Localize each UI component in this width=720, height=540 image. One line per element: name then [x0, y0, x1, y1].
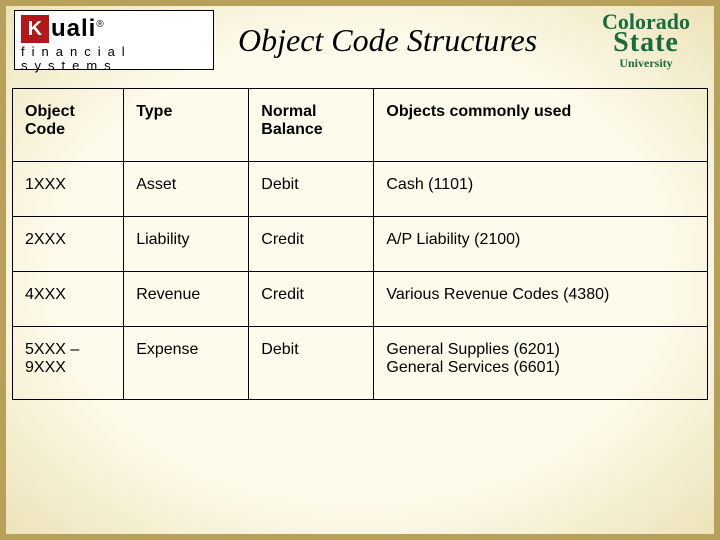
cell-usage: General Supplies (6201) General Services…	[374, 327, 708, 400]
th-objects-used: Objects commonly used	[374, 89, 708, 162]
slide-header: Kuali® financial systems Object Code Str…	[0, 0, 720, 88]
kuali-logo-k: K	[21, 15, 49, 43]
kuali-logo-word: uali®	[51, 15, 105, 43]
table-header-row: Object Code Type Normal Balance Objects …	[13, 89, 708, 162]
csu-logo: Colorado State University	[586, 12, 706, 69]
table-row: 4XXX Revenue Credit Various Revenue Code…	[13, 272, 708, 327]
th-type: Type	[124, 89, 249, 162]
th-object-code: Object Code	[13, 89, 124, 162]
cell-balance: Debit	[249, 327, 374, 400]
cell-code: 5XXX – 9XXX	[13, 327, 124, 400]
cell-type: Revenue	[124, 272, 249, 327]
cell-code: 2XXX	[13, 217, 124, 272]
table-row: 5XXX – 9XXX Expense Debit General Suppli…	[13, 327, 708, 400]
object-code-table: Object Code Type Normal Balance Objects …	[12, 88, 708, 400]
cell-balance: Debit	[249, 162, 374, 217]
cell-usage: Cash (1101)	[374, 162, 708, 217]
cell-usage: Various Revenue Codes (4380)	[374, 272, 708, 327]
kuali-logo-subtitle: financial systems	[21, 45, 207, 73]
cell-balance: Credit	[249, 272, 374, 327]
table-row: 2XXX Liability Credit A/P Liability (210…	[13, 217, 708, 272]
cell-type: Expense	[124, 327, 249, 400]
kuali-logo: Kuali® financial systems	[14, 10, 214, 70]
cell-code: 4XXX	[13, 272, 124, 327]
cell-type: Asset	[124, 162, 249, 217]
registered-icon: ®	[96, 19, 104, 30]
th-normal-balance: Normal Balance	[249, 89, 374, 162]
csu-line3: University	[586, 58, 706, 69]
cell-type: Liability	[124, 217, 249, 272]
table-row: 1XXX Asset Debit Cash (1101)	[13, 162, 708, 217]
slide-title: Object Code Structures	[232, 22, 568, 59]
cell-balance: Credit	[249, 217, 374, 272]
csu-line2: State	[586, 31, 706, 56]
cell-code: 1XXX	[13, 162, 124, 217]
cell-usage: A/P Liability (2100)	[374, 217, 708, 272]
